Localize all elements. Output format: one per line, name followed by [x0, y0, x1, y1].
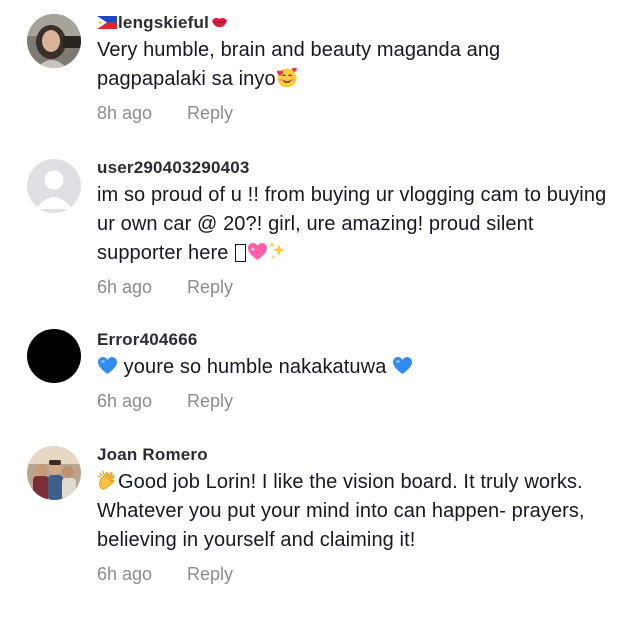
comment-meta: 8h ago Reply: [97, 102, 607, 124]
comment-timestamp: 6h ago: [97, 564, 153, 584]
comment-timestamp: 6h ago: [97, 277, 153, 297]
comment-username[interactable]: user290403290403: [97, 157, 607, 179]
username-text: lengskieful: [118, 13, 210, 32]
comment-text: youre so humble nakakatuwa: [97, 353, 607, 382]
avatar[interactable]: [27, 14, 81, 68]
comment-text: Good job Lorin! I like the vision board.…: [97, 470, 585, 551]
comment-username[interactable]: Error404666: [97, 329, 607, 351]
blue-heart-icon: [98, 357, 117, 374]
comment-timestamp: 6h ago: [97, 391, 153, 411]
comment-meta: 6h ago Reply: [97, 390, 607, 412]
blue-heart-icon: [393, 357, 413, 374]
comment-text: Very humble, brain and beauty maganda an…: [97, 39, 501, 90]
reply-button[interactable]: Reply: [187, 563, 233, 585]
philippines-flag-icon: [97, 16, 117, 29]
smiling-face-with-hearts-icon: [276, 67, 297, 88]
avatar[interactable]: [27, 159, 81, 213]
avatar[interactable]: [27, 446, 81, 500]
sparkling-heart-icon: [248, 243, 268, 260]
unrendered-glyph-box: [235, 244, 247, 262]
comment-timestamp: 8h ago: [97, 103, 153, 123]
comment-text: im so proud of u !! from buying ur vlogg…: [97, 184, 607, 264]
comment-meta: 6h ago Reply: [97, 563, 607, 585]
sparkles-icon: [269, 242, 286, 260]
avatar[interactable]: [27, 329, 81, 383]
comment-username[interactable]: lengskieful: [97, 12, 607, 34]
clapping-hands-icon: [97, 470, 115, 490]
reply-button[interactable]: Reply: [187, 390, 233, 412]
reply-button[interactable]: Reply: [187, 102, 233, 124]
lips-icon: [212, 17, 228, 28]
comment-username[interactable]: Joan Romero: [97, 444, 607, 466]
comment-meta: 6h ago Reply: [97, 276, 607, 298]
reply-button[interactable]: Reply: [187, 276, 233, 298]
